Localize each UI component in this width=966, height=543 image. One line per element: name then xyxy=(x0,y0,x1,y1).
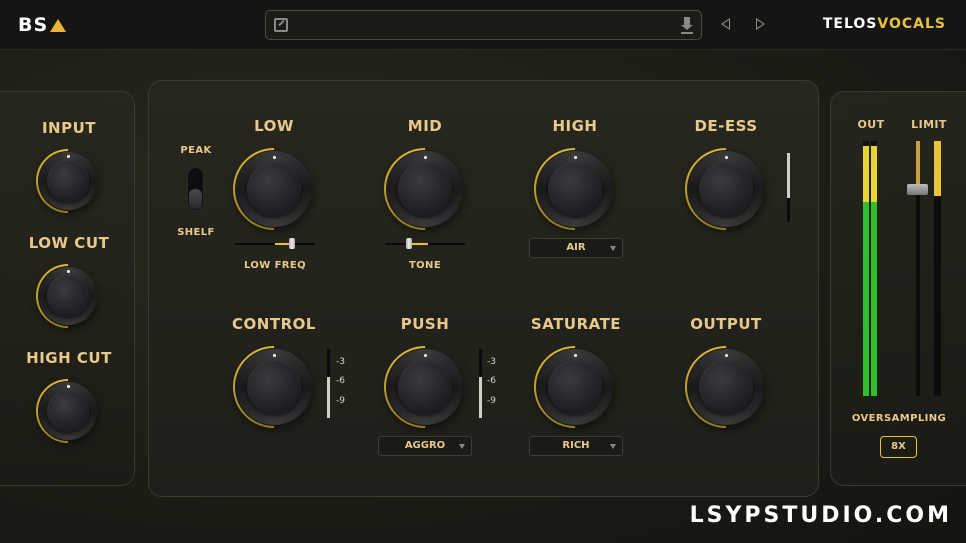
limit-gr-meter xyxy=(934,141,941,396)
low-freq-label: LOW FREQ xyxy=(243,260,307,271)
saturate-mode-dropdown[interactable]: RICH xyxy=(529,436,623,456)
push-mode-dropdown[interactable]: AGGRO xyxy=(378,436,472,456)
out-label: OUT xyxy=(857,118,885,131)
download-icon[interactable] xyxy=(681,17,693,33)
main-panel xyxy=(148,80,819,497)
open-external-icon[interactable] xyxy=(274,18,288,32)
input-knob[interactable] xyxy=(22,135,114,227)
peak-shelf-toggle[interactable] xyxy=(187,167,204,211)
limit-slider-thumb[interactable] xyxy=(907,184,928,195)
saturate-knob[interactable] xyxy=(517,329,633,445)
peak-label: PEAK xyxy=(180,145,212,156)
low-knob[interactable] xyxy=(216,131,332,247)
oversampling-label: OVERSAMPLING xyxy=(851,413,947,424)
low-label: LOW xyxy=(254,117,294,135)
de-ess-label: DE-ESS xyxy=(694,117,758,135)
watermark-text: LSYPSTUDIO.COM xyxy=(689,503,952,528)
triangle-logo-icon xyxy=(50,19,67,32)
low-cut-knob[interactable] xyxy=(22,250,114,342)
push-gr-meter xyxy=(479,349,482,418)
saturate-label: SATURATE xyxy=(530,315,622,333)
limit-slider-track[interactable] xyxy=(916,141,920,396)
preset-selector[interactable] xyxy=(265,10,702,40)
output-meter-panel xyxy=(830,91,966,486)
previous-preset-arrow-icon[interactable] xyxy=(721,18,730,30)
next-preset-arrow-icon[interactable] xyxy=(756,18,765,30)
tone-label: TONE xyxy=(408,260,442,271)
out-meter-left xyxy=(863,141,869,396)
shelf-label: SHELF xyxy=(177,227,215,238)
output-knob[interactable] xyxy=(668,329,784,445)
push-scale-9: -9 xyxy=(487,396,496,406)
download-icon-base xyxy=(681,32,693,34)
oversampling-button[interactable]: 8X xyxy=(880,436,917,458)
bsa-logo: BS xyxy=(18,14,67,36)
control-gr-meter xyxy=(327,349,330,418)
product-brand: TELOSVOCALS xyxy=(822,16,946,32)
push-scale-6: -6 xyxy=(487,376,496,386)
push-scale-3: -3 xyxy=(487,357,496,367)
input-label: INPUT xyxy=(41,119,97,137)
high-cut-knob[interactable] xyxy=(22,365,114,457)
control-scale-6: -6 xyxy=(336,376,345,386)
de-ess-knob[interactable] xyxy=(668,131,784,247)
tone-slider[interactable] xyxy=(385,238,465,249)
control-scale-3: -3 xyxy=(336,357,345,367)
limit-label: LIMIT xyxy=(911,118,947,131)
mid-knob[interactable] xyxy=(367,131,483,247)
push-label: PUSH xyxy=(400,315,450,333)
top-bar: BS TELOSVOCALS xyxy=(0,0,966,50)
push-knob[interactable] xyxy=(367,329,483,445)
out-meter-right xyxy=(871,141,877,396)
high-label: HIGH xyxy=(552,117,598,135)
high-knob[interactable] xyxy=(517,131,633,247)
control-knob[interactable] xyxy=(216,329,332,445)
de-ess-meter xyxy=(787,153,790,222)
control-label: CONTROL xyxy=(232,315,316,333)
mid-label: MID xyxy=(407,117,443,135)
high-mode-dropdown[interactable]: AIR xyxy=(529,238,623,258)
output-label: OUTPUT xyxy=(690,315,762,333)
low-cut-label: LOW CUT xyxy=(28,234,110,252)
high-cut-label: HIGH CUT xyxy=(26,349,112,367)
low-freq-slider[interactable] xyxy=(235,238,315,249)
control-scale-9: -9 xyxy=(336,396,345,406)
